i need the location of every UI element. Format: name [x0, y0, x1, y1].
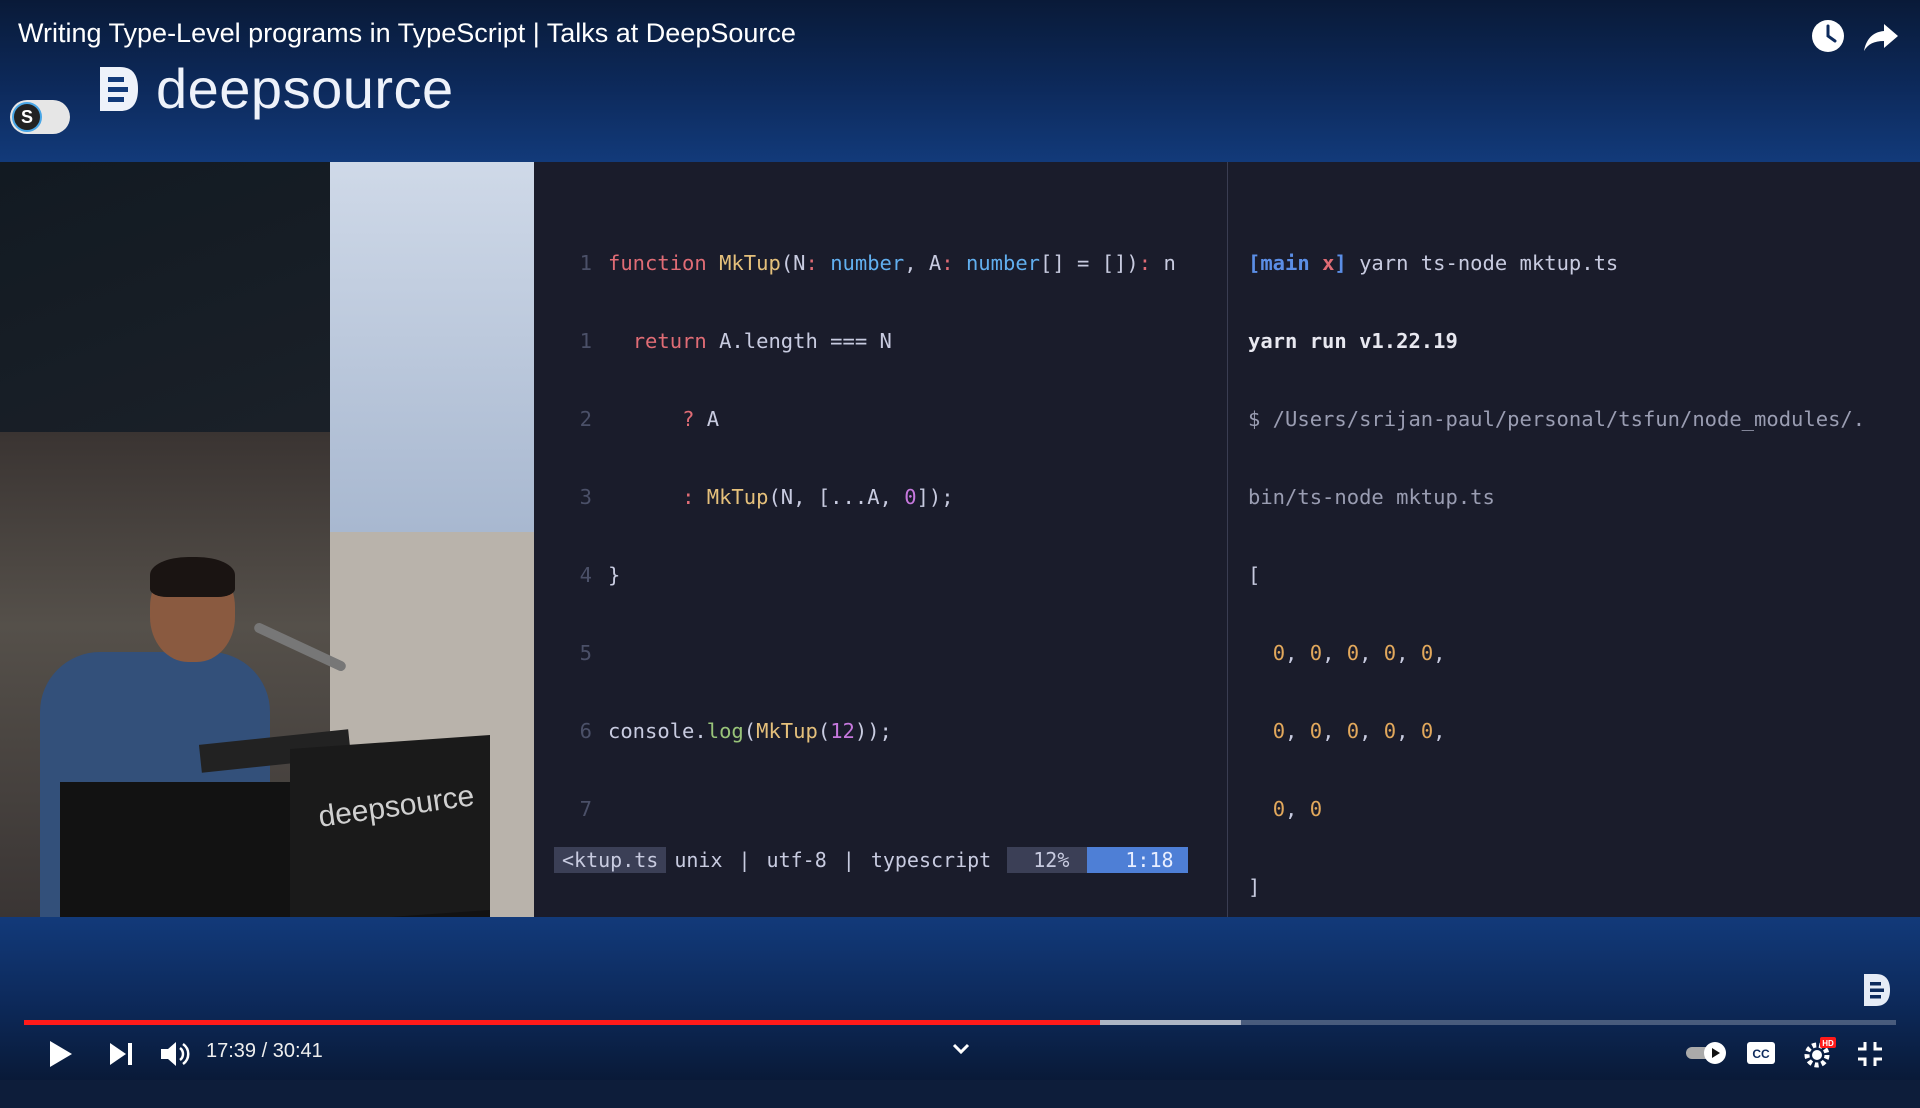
terminal-line: ]: [1248, 875, 1261, 899]
volume-icon[interactable]: [158, 1038, 192, 1070]
cc-icon[interactable]: CC: [1746, 1040, 1776, 1066]
play-icon[interactable]: [44, 1038, 76, 1070]
line-number: 1: [579, 329, 592, 353]
terminal-line: bin/ts-node mktup.ts: [1248, 485, 1495, 509]
terminal-line: yarn run v1.22.19: [1248, 329, 1458, 353]
line-number: 1: [579, 251, 592, 275]
autoplay-toggle-icon[interactable]: [1684, 1040, 1728, 1066]
autoplay-badge[interactable]: S: [10, 100, 70, 134]
status-file: <ktup.ts: [554, 847, 667, 873]
projector-screen: [330, 162, 534, 532]
svg-text:CC: CC: [1752, 1047, 1770, 1061]
channel-logo-text: deepsource: [156, 57, 454, 120]
share-icon[interactable]: [1862, 20, 1900, 54]
line-number: 2: [579, 407, 592, 431]
code-line: : MkTup(N, [...A, 0]);: [682, 485, 954, 509]
code-line: console.log(MkTup(12));: [608, 719, 892, 743]
next-icon[interactable]: [106, 1040, 136, 1068]
settings-icon[interactable]: HD: [1802, 1036, 1836, 1070]
speaker-video: deepsource: [0, 162, 534, 917]
video-title[interactable]: Writing Type-Level programs in TypeScrip…: [18, 18, 796, 49]
clock-icon[interactable]: [1810, 18, 1846, 54]
status-encoding: utf-8: [766, 848, 827, 872]
code-line: function MkTup(N: number, A: number[] = …: [608, 251, 1176, 275]
settings-badge: HD: [1822, 1039, 1834, 1048]
terminal: [main x] yarn ts-node mktup.ts yarn run …: [1227, 162, 1920, 1055]
terminal-line: $ /Users/srijan-paul/personal/tsfun/node…: [1248, 407, 1866, 431]
line-number: 7: [579, 797, 592, 821]
terminal-line: [main x] yarn ts-node mktup.ts: [1248, 251, 1619, 275]
time-display: 17:39 / 30:41: [206, 1040, 323, 1062]
autoplay-badge-letter: S: [12, 102, 42, 132]
terminal-line: 0, 0, 0, 0, 0,: [1272, 641, 1446, 665]
status-percent: 12%: [1007, 847, 1088, 873]
progress-played: [24, 1020, 1101, 1025]
deepsource-logo-icon: [100, 66, 138, 111]
code-line: return A.length === N: [632, 329, 892, 353]
line-number: 5: [579, 641, 592, 665]
status-filetype: typescript: [870, 848, 992, 872]
fullscreen-exit-icon[interactable]: [1856, 1040, 1884, 1068]
channel-logo: deepsource: [96, 56, 454, 121]
terminal-line: 0, 0, 0, 0, 0,: [1272, 719, 1446, 743]
speaker-hair: [150, 557, 235, 597]
line-number: 4: [579, 563, 592, 587]
status-position: 1:18: [1087, 847, 1188, 873]
deepsource-watermark-icon[interactable]: [1862, 972, 1892, 1008]
code-editor: 1 1 2 3 4 5 6 7 function MkTup(N: number…: [534, 162, 1227, 917]
terminal-line: [: [1248, 563, 1261, 587]
line-number: 6: [579, 719, 592, 743]
line-numbers: 1 1 2 3 4 5 6 7: [552, 198, 592, 874]
editor-status-bar: <ktup.ts unix | utf-8 | typescript 12% 1…: [554, 847, 1188, 873]
line-number: 3: [579, 485, 592, 509]
code-line: }: [608, 563, 621, 587]
code-lines[interactable]: function MkTup(N: number, A: number[] = …: [608, 198, 1176, 874]
terminal-line: 0, 0: [1272, 797, 1323, 821]
status-format: unix: [674, 848, 723, 872]
chevron-down-icon[interactable]: [950, 1040, 972, 1058]
code-line: ? A: [682, 407, 720, 431]
status-separator: |: [842, 848, 855, 872]
status-separator: |: [738, 848, 751, 872]
